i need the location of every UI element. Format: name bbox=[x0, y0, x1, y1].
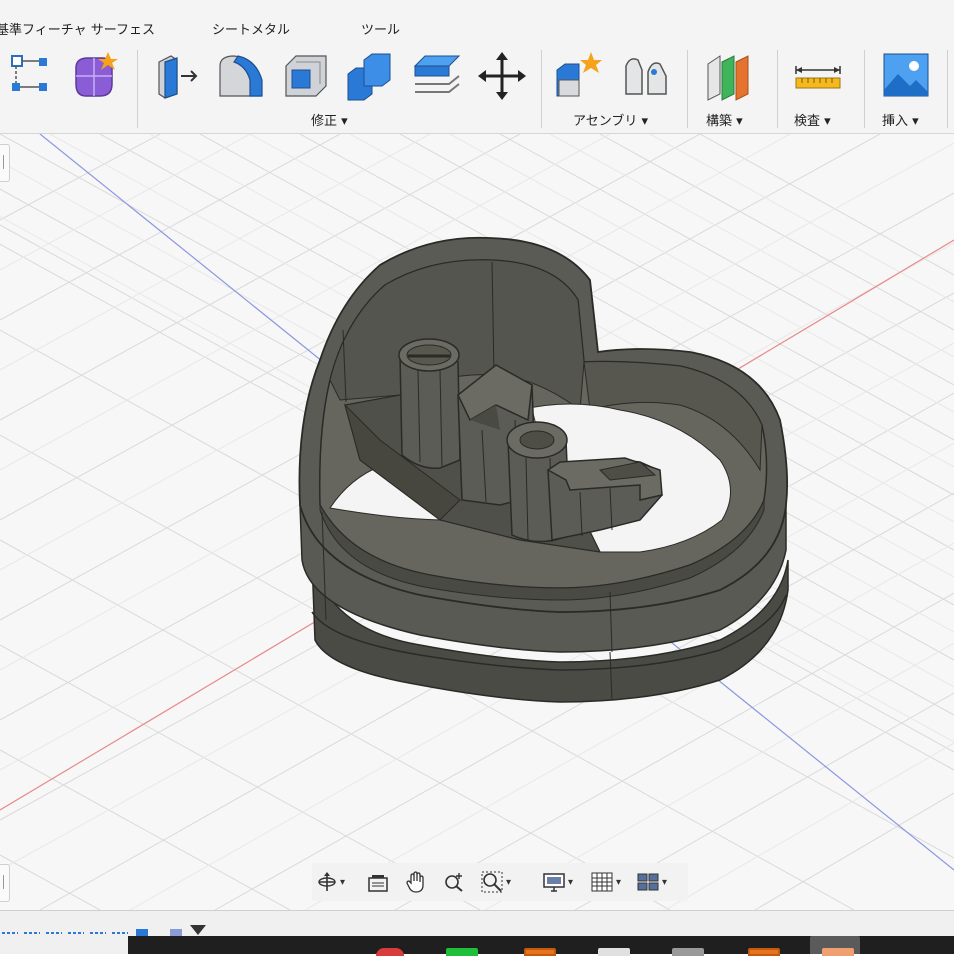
look-at-icon[interactable] bbox=[366, 863, 390, 901]
tab-surface[interactable]: 基準フィーチャ サーフェス bbox=[0, 19, 155, 38]
pan-hand-icon[interactable] bbox=[404, 863, 428, 901]
os-taskbar bbox=[0, 936, 954, 956]
shell-icon[interactable] bbox=[280, 50, 332, 102]
taskbar-app-icon[interactable] bbox=[376, 948, 404, 956]
toolbar: 基準フィーチャ サーフェス シートメタル ツール 修正 ▾ アセンブリ ▾ 構築… bbox=[0, 0, 954, 134]
assembly-group-label[interactable]: アセンブリ ▾ bbox=[573, 110, 648, 129]
construct-group-label[interactable]: 構築 ▾ bbox=[706, 110, 743, 129]
form-create-icon[interactable] bbox=[70, 50, 122, 102]
move-copy-icon[interactable] bbox=[476, 50, 528, 102]
insert-image-icon[interactable] bbox=[880, 50, 932, 102]
modify-group-label[interactable]: 修正 ▾ bbox=[311, 110, 348, 129]
taskbar-app-icon[interactable] bbox=[822, 948, 854, 956]
grid-settings-icon[interactable]: ▾ bbox=[590, 863, 621, 901]
taskbar-app-icon[interactable] bbox=[672, 948, 704, 956]
timeline-bar bbox=[0, 910, 954, 937]
taskbar-app-icon[interactable] bbox=[446, 948, 478, 956]
press-pull-icon[interactable] bbox=[151, 50, 203, 102]
offset-face-icon[interactable] bbox=[411, 50, 463, 102]
fillet-icon[interactable] bbox=[214, 50, 266, 102]
taskbar-app-icon[interactable] bbox=[748, 948, 780, 956]
timeline-marker-icon[interactable] bbox=[190, 925, 206, 935]
model-canvas[interactable] bbox=[0, 134, 954, 910]
zoom-icon[interactable] bbox=[442, 863, 466, 901]
letter-e-emboss bbox=[398, 338, 461, 469]
taskbar-app-icon[interactable] bbox=[524, 948, 556, 956]
measure-icon[interactable] bbox=[792, 50, 844, 102]
construct-plane-icon[interactable] bbox=[704, 50, 756, 102]
comments-panel-handle[interactable] bbox=[0, 864, 10, 902]
new-component-icon[interactable] bbox=[553, 50, 605, 102]
viewports-icon[interactable]: ▾ bbox=[636, 863, 667, 901]
tab-tools[interactable]: ツール bbox=[361, 19, 400, 38]
navigation-bar: ▾ ▾ ▾ ▾ ▾ bbox=[312, 863, 688, 901]
inspect-group-label[interactable]: 検査 ▾ bbox=[794, 110, 831, 129]
combine-icon[interactable] bbox=[344, 50, 396, 102]
sketch-dimension-icon[interactable] bbox=[4, 50, 56, 102]
insert-group-label[interactable]: 挿入 ▾ bbox=[882, 110, 919, 129]
orbit-icon[interactable]: ▾ bbox=[316, 863, 345, 901]
taskbar-app-icon[interactable] bbox=[598, 948, 630, 956]
zoom-window-icon[interactable]: ▾ bbox=[480, 863, 511, 901]
joint-icon[interactable] bbox=[620, 50, 672, 102]
design-viewport[interactable] bbox=[0, 134, 954, 910]
browser-panel-handle[interactable] bbox=[0, 144, 10, 182]
tab-sheet-metal[interactable]: シートメタル bbox=[212, 19, 290, 38]
display-settings-icon[interactable]: ▾ bbox=[542, 863, 573, 901]
